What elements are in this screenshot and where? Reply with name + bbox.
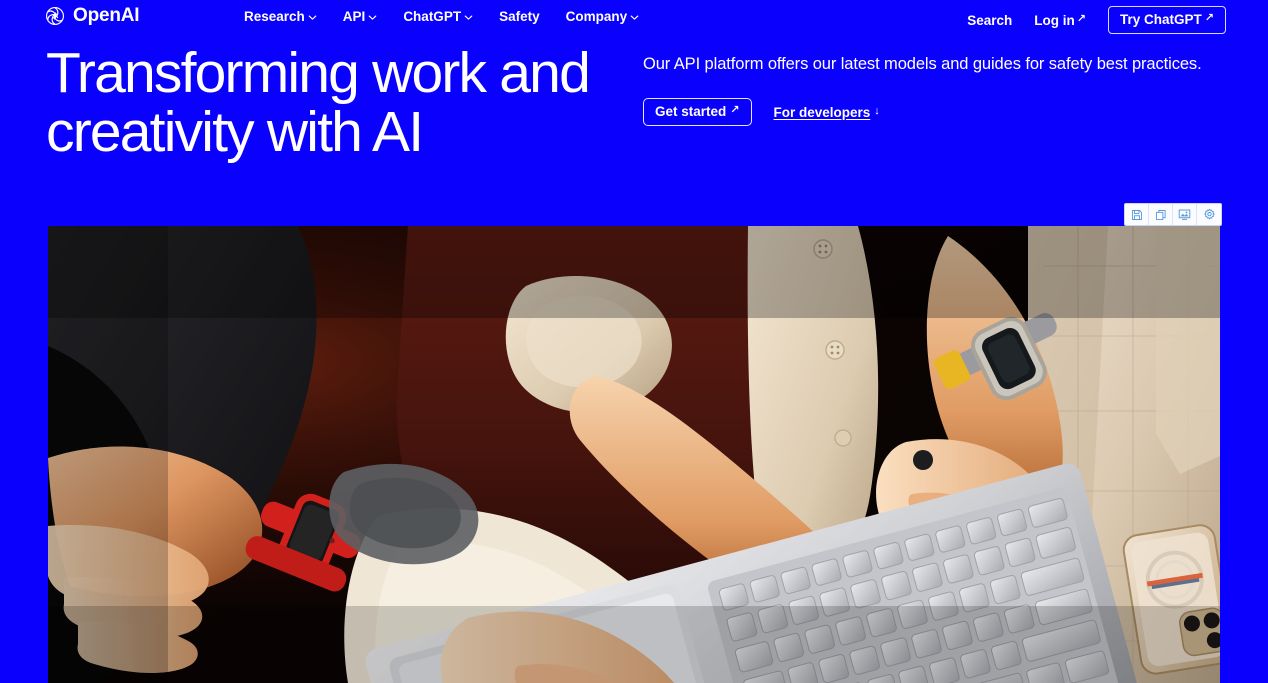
- nav-item-chatgpt[interactable]: ChatGPT: [403, 9, 473, 24]
- arrow-down-icon: ↓: [874, 104, 880, 117]
- hero-cta-row: Get started ↗ For developers ↓: [643, 98, 1223, 127]
- chevron-down-icon: [308, 13, 317, 22]
- nav-label-chatgpt: ChatGPT: [403, 9, 462, 24]
- search-label: Search: [967, 12, 1013, 28]
- primary-nav-links: Research API ChatGPT Safety Company: [244, 9, 639, 24]
- hero-photo: [48, 226, 1220, 683]
- nav-label-safety: Safety: [499, 9, 540, 24]
- copy-button[interactable]: [1149, 204, 1173, 225]
- settings-button[interactable]: [1197, 204, 1221, 225]
- get-started-button[interactable]: Get started ↗: [643, 98, 752, 127]
- hero-subheading: Our API platform offers our latest model…: [643, 55, 1202, 73]
- try-chatgpt-button[interactable]: Try ChatGPT ↗: [1108, 6, 1226, 34]
- main-navigation-bar: OpenAI Research API ChatGPT Safety Compa…: [0, 0, 1268, 34]
- for-developers-label: For developers: [773, 104, 871, 120]
- get-started-label: Get started: [655, 104, 727, 120]
- brand-name: OpenAI: [73, 5, 140, 26]
- nav-actions: Search Log in ↗ Try ChatGPT ↗: [967, 6, 1226, 34]
- copy-icon: [1155, 209, 1167, 221]
- openai-logo-icon: [44, 5, 66, 27]
- try-chatgpt-label: Try ChatGPT: [1120, 12, 1202, 27]
- save-icon: [1131, 209, 1143, 221]
- openai-logo-link[interactable]: OpenAI: [44, 5, 140, 27]
- nav-label-api: API: [342, 9, 366, 24]
- hero-copy-block: Our API platform offers our latest model…: [643, 53, 1223, 127]
- save-button[interactable]: [1125, 204, 1149, 225]
- screenshot-icon: [1178, 208, 1191, 221]
- floating-image-toolbar: [1124, 203, 1222, 226]
- login-label: Log in: [1034, 12, 1075, 28]
- page-title: Transforming work and creativity with AI: [46, 41, 591, 165]
- chevron-down-icon: [368, 13, 377, 22]
- nav-item-safety[interactable]: Safety: [499, 9, 540, 24]
- settings-gear-icon: [1203, 208, 1216, 221]
- nav-label-company: Company: [565, 9, 628, 24]
- openai-landing-page: OpenAI Research API ChatGPT Safety Compa…: [0, 0, 1268, 683]
- nav-item-api[interactable]: API: [343, 9, 378, 24]
- nav-item-company[interactable]: Company: [566, 9, 640, 24]
- external-link-arrow-icon: ↗: [1204, 12, 1214, 24]
- login-link[interactable]: Log in ↗: [1034, 13, 1086, 28]
- screenshot-button[interactable]: [1173, 204, 1197, 225]
- search-button[interactable]: Search: [967, 13, 1012, 28]
- chevron-down-icon: [464, 13, 473, 22]
- nav-label-research: Research: [244, 9, 305, 24]
- external-link-arrow-icon: ↗: [1076, 12, 1087, 25]
- nav-item-research[interactable]: Research: [244, 9, 317, 24]
- chevron-down-icon: [630, 13, 639, 22]
- for-developers-link[interactable]: For developers ↓: [774, 105, 880, 120]
- external-link-arrow-icon: ↗: [730, 104, 740, 117]
